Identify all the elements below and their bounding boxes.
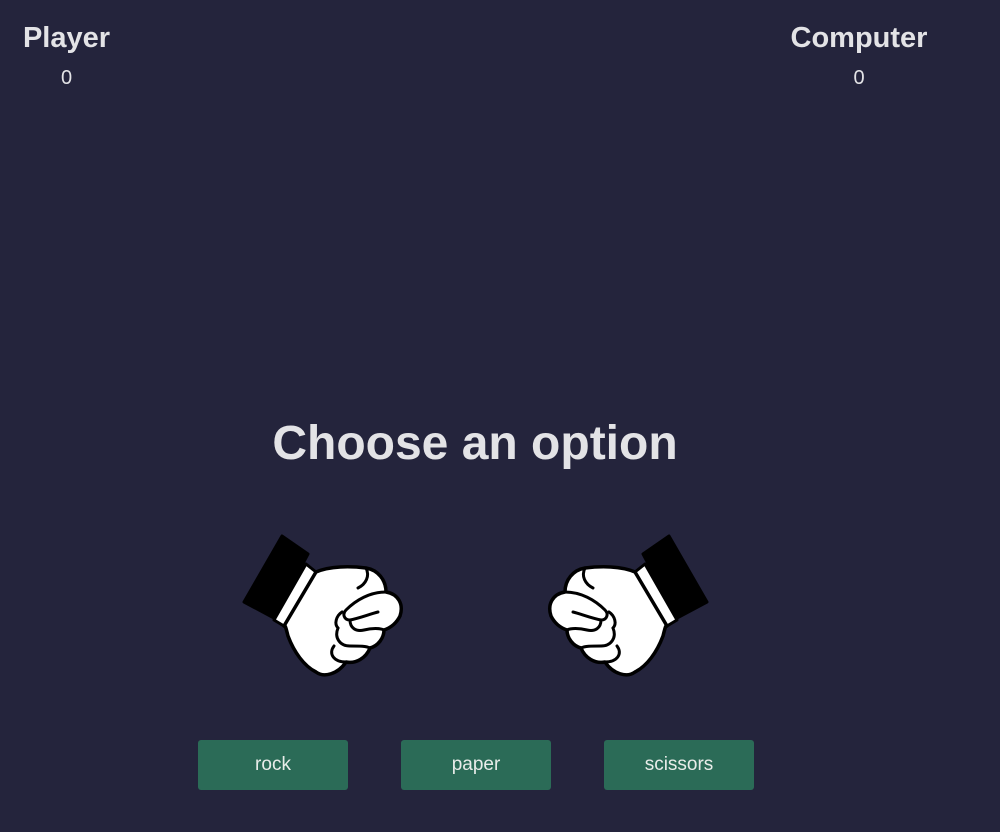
computer-label: Computer — [790, 22, 928, 54]
player-label: Player — [22, 22, 111, 54]
player-score: 0 — [60, 67, 73, 89]
scissors-button[interactable]: scissors — [604, 740, 754, 790]
computer-hand-rock-fist-icon — [543, 528, 713, 688]
player-hand-rock-fist-icon — [238, 528, 408, 688]
computer-scoreboard: Computer 0 — [789, 20, 929, 91]
player-scoreboard: Player 0 — [22, 20, 111, 91]
rock-button[interactable]: rock — [198, 740, 348, 790]
computer-score: 0 — [853, 67, 865, 89]
paper-button[interactable]: paper — [401, 740, 551, 790]
game-screen: Player 0 Computer 0 Choose an option roc… — [0, 0, 1000, 832]
prompt-heading: Choose an option — [272, 417, 678, 470]
